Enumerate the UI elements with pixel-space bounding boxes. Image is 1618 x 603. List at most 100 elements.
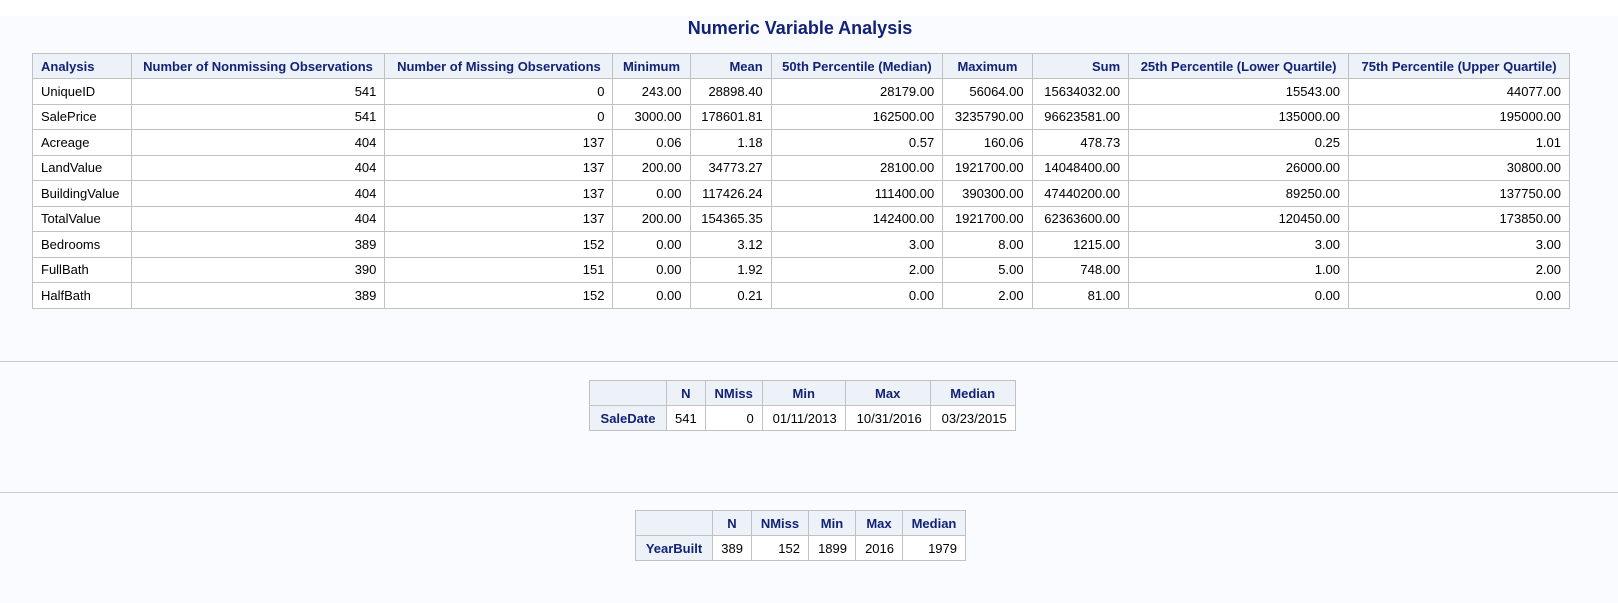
row-label: BuildingValue bbox=[32, 180, 132, 207]
table-cell: 1215.00 bbox=[1031, 231, 1130, 258]
row-label: TotalValue bbox=[32, 205, 132, 232]
column-header: NMiss bbox=[704, 380, 763, 406]
table-cell: 26000.00 bbox=[1128, 154, 1350, 181]
table-row: YearBuilt 389 152 1899 2016 1979 bbox=[635, 535, 966, 561]
table-cell: 0.00 bbox=[612, 282, 691, 309]
table-cell: 200.00 bbox=[612, 205, 691, 232]
table-cell: 34773.27 bbox=[689, 154, 772, 181]
table-cell: 541 bbox=[130, 78, 386, 105]
column-header: 75th Percentile (Upper Quartile) bbox=[1348, 53, 1570, 79]
table-row: SaleDate 541 0 01/11/2013 10/31/2016 03/… bbox=[589, 405, 1016, 431]
table-cell: 8.00 bbox=[942, 231, 1033, 258]
table-cell: 178601.81 bbox=[689, 103, 772, 130]
table-cell: 541 bbox=[130, 103, 386, 130]
table-cell: 478.73 bbox=[1031, 129, 1130, 156]
corner-header bbox=[635, 510, 713, 536]
table-cell: 0.00 bbox=[770, 282, 944, 309]
corner-header bbox=[589, 380, 667, 406]
table-cell: 2016 bbox=[855, 535, 903, 561]
table-row: SalePrice 541 0 3000.00 178601.81 162500… bbox=[32, 103, 1570, 130]
column-header: NMiss bbox=[751, 510, 809, 536]
table-cell: 0.00 bbox=[1348, 282, 1570, 309]
table-cell: 28179.00 bbox=[770, 78, 944, 105]
table-cell: 0 bbox=[384, 103, 614, 130]
table-cell: 152 bbox=[384, 282, 614, 309]
table-cell: 01/11/2013 bbox=[761, 405, 846, 431]
table-cell: 10/31/2016 bbox=[844, 405, 931, 431]
table-cell: 173850.00 bbox=[1348, 205, 1570, 232]
table-cell: 3235790.00 bbox=[942, 103, 1033, 130]
table-cell: 44077.00 bbox=[1348, 78, 1570, 105]
report-page: Numeric Variable Analysis Analysis Numbe… bbox=[0, 16, 1618, 603]
table-cell: 404 bbox=[130, 129, 386, 156]
table-cell: 541 bbox=[666, 405, 706, 431]
table-cell: 62363600.00 bbox=[1031, 205, 1130, 232]
year-built-table: N NMiss Min Max Median YearBuilt 389 152… bbox=[635, 510, 966, 561]
table-row: HalfBath 389 152 0.00 0.21 0.00 2.00 81.… bbox=[32, 282, 1570, 309]
column-header: Sum bbox=[1031, 53, 1130, 79]
table-cell: 3.00 bbox=[1348, 231, 1570, 258]
numeric-analysis-table: Analysis Number of Nonmissing Observatio… bbox=[32, 53, 1570, 309]
table-cell: 56064.00 bbox=[942, 78, 1033, 105]
report-title: Numeric Variable Analysis bbox=[687, 18, 913, 38]
table-cell: 0 bbox=[704, 405, 763, 431]
column-header: Min bbox=[761, 380, 846, 406]
table-row: BuildingValue 404 137 0.00 117426.24 111… bbox=[32, 180, 1570, 207]
table-cell: 1921700.00 bbox=[942, 154, 1033, 181]
table-cell: 0.57 bbox=[770, 129, 944, 156]
table-cell: 160.06 bbox=[942, 129, 1033, 156]
column-header: Median bbox=[929, 380, 1016, 406]
table-cell: 89250.00 bbox=[1128, 180, 1350, 207]
table-cell: 2.00 bbox=[942, 282, 1033, 309]
table-cell: 0.00 bbox=[612, 256, 691, 283]
column-header: N bbox=[666, 380, 706, 406]
table-cell: 404 bbox=[130, 180, 386, 207]
table-cell: 1.92 bbox=[689, 256, 772, 283]
table-cell: 142400.00 bbox=[770, 205, 944, 232]
table-cell: 47440200.00 bbox=[1031, 180, 1130, 207]
column-header: Minimum bbox=[612, 53, 691, 79]
table-header-row: Analysis Number of Nonmissing Observatio… bbox=[32, 53, 1570, 79]
table-row: UniqueID 541 0 243.00 28898.40 28179.00 … bbox=[32, 78, 1570, 105]
table-cell: 1.01 bbox=[1348, 129, 1570, 156]
table-cell: 0.00 bbox=[612, 231, 691, 258]
table-cell: 195000.00 bbox=[1348, 103, 1570, 130]
table-cell: 390300.00 bbox=[942, 180, 1033, 207]
row-label: SalePrice bbox=[32, 103, 132, 130]
column-header: N bbox=[712, 510, 752, 536]
row-label: Acreage bbox=[32, 129, 132, 156]
table-cell: 1979 bbox=[902, 535, 966, 561]
table-cell: 389 bbox=[130, 231, 386, 258]
table-cell: 404 bbox=[130, 205, 386, 232]
table-cell: 135000.00 bbox=[1128, 103, 1350, 130]
section-divider bbox=[0, 492, 1618, 493]
column-header: Median bbox=[902, 510, 966, 536]
table-cell: 154365.35 bbox=[689, 205, 772, 232]
row-label: SaleDate bbox=[589, 405, 667, 431]
table-cell: 151 bbox=[384, 256, 614, 283]
table-cell: 389 bbox=[130, 282, 386, 309]
table-cell: 0.06 bbox=[612, 129, 691, 156]
table-cell: 03/23/2015 bbox=[929, 405, 1016, 431]
column-header: Number of Missing Observations bbox=[384, 53, 614, 79]
table-cell: 1899 bbox=[808, 535, 856, 561]
table-cell: 28100.00 bbox=[770, 154, 944, 181]
table-header-row: N NMiss Min Max Median bbox=[589, 380, 1016, 406]
table-cell: 111400.00 bbox=[770, 180, 944, 207]
table-cell: 2.00 bbox=[770, 256, 944, 283]
table-cell: 152 bbox=[751, 535, 809, 561]
column-header: Mean bbox=[689, 53, 772, 79]
table-cell: 81.00 bbox=[1031, 282, 1130, 309]
table-cell: 137 bbox=[384, 129, 614, 156]
table-cell: 3000.00 bbox=[612, 103, 691, 130]
table-cell: 137750.00 bbox=[1348, 180, 1570, 207]
table-cell: 5.00 bbox=[942, 256, 1033, 283]
table-cell: 152 bbox=[384, 231, 614, 258]
table-cell: 1921700.00 bbox=[942, 205, 1033, 232]
column-header: Max bbox=[844, 380, 931, 406]
column-header: Maximum bbox=[942, 53, 1033, 79]
table-cell: 14048400.00 bbox=[1031, 154, 1130, 181]
table-cell: 0.00 bbox=[612, 180, 691, 207]
column-header: Number of Nonmissing Observations bbox=[130, 53, 386, 79]
table-cell: 96623581.00 bbox=[1031, 103, 1130, 130]
